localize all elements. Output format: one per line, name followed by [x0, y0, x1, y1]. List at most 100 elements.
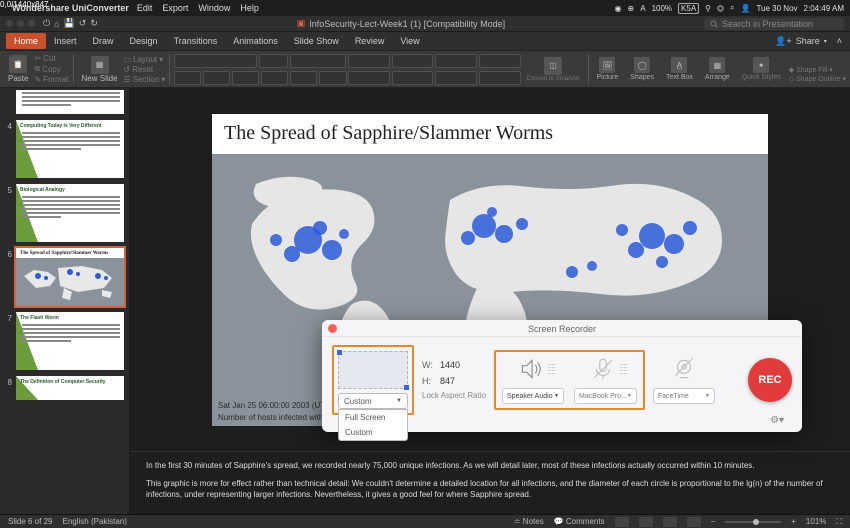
tab-review[interactable]: Review — [347, 33, 393, 49]
autosave-toggle[interactable]: ⏻ — [43, 18, 50, 29]
tab-design[interactable]: Design — [122, 33, 166, 49]
qat-undo-icon[interactable]: ↺ — [79, 18, 87, 29]
menu-help[interactable]: Help — [240, 3, 259, 13]
section-button[interactable]: ☰ Section ▾ — [124, 75, 166, 84]
recorder-settings-icon[interactable]: ⚙▾ — [770, 415, 784, 426]
arrange-button[interactable]: ▦Arrange — [701, 55, 734, 83]
chevron-down-icon: ▾ — [824, 38, 827, 45]
recorder-height-label: H: — [422, 376, 434, 386]
view-normal-icon[interactable] — [615, 517, 629, 527]
tab-transitions[interactable]: Transitions — [166, 33, 226, 49]
control-center-icon[interactable]: ⏣ — [717, 4, 724, 13]
speaker-notes-pane[interactable]: In the first 30 minutes of Sapphire's sp… — [130, 451, 850, 514]
collapse-ribbon-icon[interactable]: ˄ — [837, 36, 842, 46]
powerpoint-icon: ▣ — [297, 18, 306, 29]
tab-view[interactable]: View — [392, 33, 427, 49]
status-slide-number[interactable]: Slide 6 of 29 — [8, 517, 52, 526]
qat-redo-icon[interactable]: ↻ — [90, 18, 98, 29]
qat-home-icon[interactable]: ⌂ — [54, 19, 59, 29]
new-slide-button[interactable]: ▦ New Slide — [78, 54, 122, 85]
recorder-record-button[interactable]: REC — [748, 358, 792, 402]
record-indicator-icon: ◉ — [615, 4, 622, 13]
zoom-percent[interactable]: 101% — [806, 517, 826, 526]
shapes-icon: ◯ — [634, 57, 650, 73]
recorder-mode-dropdown[interactable]: Custom▼ — [338, 393, 408, 409]
status-comments-button[interactable]: 💬 Comments — [554, 517, 605, 526]
fit-to-window-icon[interactable]: ⛶ — [836, 517, 842, 527]
zoom-out-button[interactable]: − — [711, 517, 716, 526]
paste-icon: 📋 — [9, 55, 27, 73]
screen-recorder-window[interactable]: Screen Recorder Custom▼ Full Screen Cust… — [322, 320, 802, 432]
speaker-icon — [518, 356, 544, 382]
tab-insert[interactable]: Insert — [46, 33, 85, 49]
notes-paragraph-1[interactable]: In the first 30 minutes of Sapphire's sp… — [146, 460, 834, 471]
recorder-mode-option-fullscreen[interactable]: Full Screen — [339, 410, 407, 425]
spotlight-icon[interactable]: ⌕ — [730, 3, 734, 13]
menu-edit[interactable]: Edit — [137, 3, 153, 13]
shape-fill-button[interactable]: ◆ Shape Fill ▾ — [789, 66, 846, 74]
recorder-height-input[interactable] — [440, 376, 480, 386]
traffic-light-max[interactable] — [28, 20, 35, 27]
battery-badge: K5A — [678, 3, 699, 14]
recorder-titlebar[interactable]: Screen Recorder — [322, 320, 802, 337]
menubar-time[interactable]: 2:04:49 AM — [804, 4, 844, 13]
status-language[interactable]: English (Pakistan) — [62, 517, 126, 526]
status-notes-button[interactable]: ≐ Notes — [514, 517, 544, 526]
layout-button[interactable]: ▭ Layout ▾ — [124, 55, 166, 64]
macos-menubar: 0,0/1440x847 Wondershare UniConverter Ed… — [0, 0, 850, 16]
thumbnail-slide-7[interactable]: ★ 7 The Flash Worm — [4, 312, 125, 370]
view-reading-icon[interactable] — [663, 517, 677, 527]
slide-thumbnails-panel[interactable]: 4 Computing Today is Very Different ★ 5 … — [0, 88, 130, 514]
traffic-light-close[interactable] — [6, 20, 13, 27]
wifi-icon[interactable]: ⚲ — [705, 4, 711, 13]
tab-home[interactable]: Home — [6, 33, 46, 49]
notes-paragraph-2[interactable]: This graphic is more for effect rather t… — [146, 478, 834, 500]
view-sorter-icon[interactable] — [639, 517, 653, 527]
language-indicator-icon[interactable]: A — [640, 4, 645, 13]
slide-canvas-area[interactable]: The Spread of Sapphire/Slammer Worms — [130, 88, 850, 451]
recorder-speaker-select[interactable]: Speaker Audio▼ — [502, 388, 564, 404]
zoom-slider[interactable] — [725, 521, 781, 523]
arrange-icon: ▦ — [709, 57, 725, 73]
thumbnail-slide-8[interactable]: 8 The Definition of Computer Security — [4, 376, 125, 400]
user-icon[interactable]: 👤 — [740, 4, 750, 13]
share-button[interactable]: 👤+ Share ▾ ˄ — [775, 36, 842, 47]
qat-save-icon[interactable]: 💾 — [64, 18, 75, 29]
thumbnail-slide-5[interactable]: ★ 5 Biological Analogy — [4, 184, 125, 242]
recorder-lock-aspect[interactable]: Lock Aspect Ratio — [422, 392, 486, 401]
thumbnail-slide-3[interactable] — [4, 90, 125, 114]
textbox-button[interactable]: A̲Text Box — [662, 55, 697, 83]
menu-export[interactable]: Export — [162, 3, 188, 13]
recorder-camera-select[interactable]: FaceTime▼ — [653, 388, 715, 404]
tab-animations[interactable]: Animations — [225, 33, 286, 49]
search-placeholder: Search in Presentation — [722, 19, 813, 29]
recorder-mode-menu[interactable]: Full Screen Custom — [338, 409, 408, 441]
shape-outline-button[interactable]: ◇ Shape Outline ▾ — [789, 75, 846, 83]
recorder-mic-select[interactable]: MacBook Pro...▼ — [574, 388, 637, 404]
tab-draw[interactable]: Draw — [85, 33, 122, 49]
recorder-mode-option-custom[interactable]: Custom — [339, 425, 407, 440]
cut-button: ✂ Cut — [34, 54, 68, 63]
microphone-icon — [590, 356, 616, 382]
tab-slideshow[interactable]: Slide Show — [286, 33, 347, 49]
search-in-presentation[interactable]: Search in Presentation — [704, 18, 844, 30]
menu-window[interactable]: Window — [198, 3, 230, 13]
shapes-button[interactable]: ◯Shapes — [626, 55, 658, 83]
recorder-region-preview[interactable] — [338, 351, 408, 389]
recorder-close-icon[interactable] — [328, 324, 337, 333]
convert-smartart-button: ◫ Convert to SmartArt — [522, 55, 583, 84]
zoom-in-button[interactable]: + — [791, 517, 796, 526]
view-slideshow-icon[interactable] — [687, 517, 701, 527]
textbox-icon: A̲ — [671, 57, 687, 73]
picture-icon: 🖼 — [599, 57, 615, 73]
picture-button[interactable]: 🖼Picture — [593, 55, 623, 83]
recorder-width-input[interactable] — [440, 360, 480, 370]
thumbnail-slide-4[interactable]: 4 Computing Today is Very Different — [4, 120, 125, 178]
slide-title[interactable]: The Spread of Sapphire/Slammer Worms — [212, 114, 768, 149]
menubar-date[interactable]: Tue 30 Nov — [756, 4, 797, 13]
traffic-light-min[interactable] — [17, 20, 24, 27]
recorder-region-group: Custom▼ Full Screen Custom — [332, 345, 414, 415]
paste-button[interactable]: 📋 Paste — [4, 53, 32, 85]
reset-button[interactable]: ↺ Reset — [124, 65, 166, 74]
thumbnail-slide-6[interactable]: 6 The Spread of Sapphire/Slammer Worms — [4, 248, 125, 306]
